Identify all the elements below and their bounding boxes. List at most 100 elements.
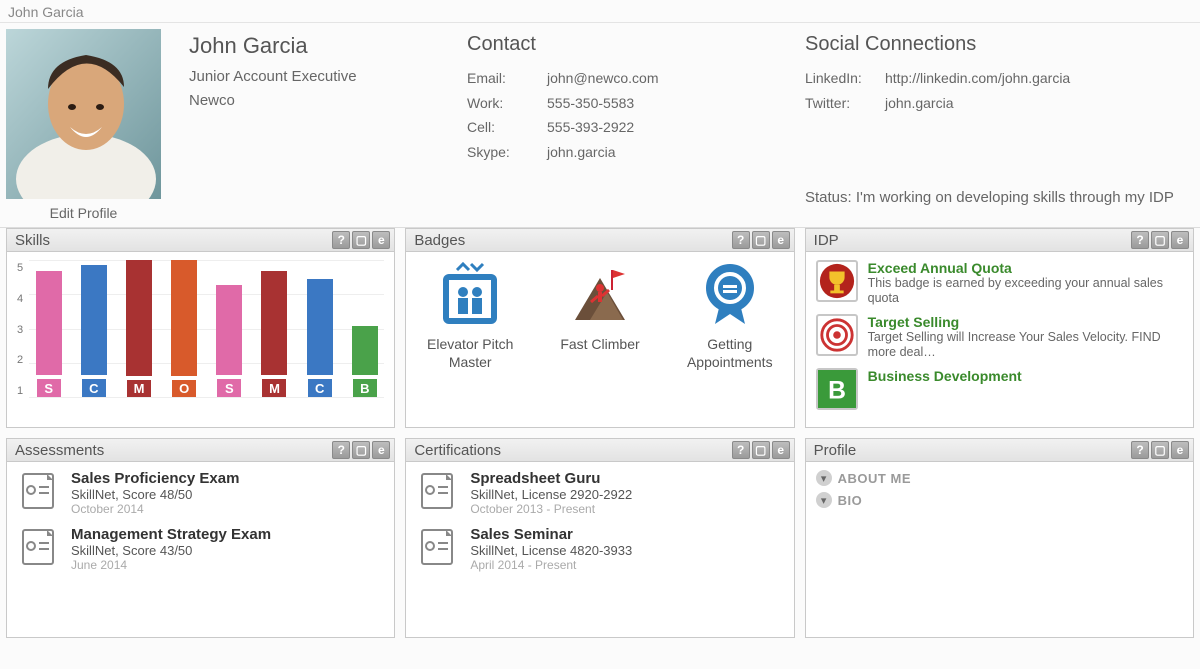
ytick: 3: [17, 324, 23, 336]
idp-item[interactable]: Exceed Annual QuotaThis badge is earned …: [816, 260, 1183, 306]
badge-item[interactable]: Fast Climber: [546, 260, 654, 354]
chevron-down-icon: ▾: [816, 470, 832, 486]
contact-value: 555-393-2922: [547, 115, 634, 140]
svg-text:B: B: [828, 378, 846, 405]
trophy-icon: [816, 260, 858, 302]
bar-col: O: [165, 260, 204, 397]
certs-expand-icon[interactable]: e: [772, 441, 790, 459]
assessment-subtitle: SkillNet, Score 48/50: [71, 487, 239, 502]
assess-expand-icon[interactable]: e: [372, 441, 390, 459]
profile-expand-icon[interactable]: e: [1171, 441, 1189, 459]
assessment-subtitle: SkillNet, Score 43/50: [71, 543, 271, 558]
certification-subtitle: SkillNet, License 2920-2922: [470, 487, 632, 502]
skills-minimize-icon[interactable]: ▢: [352, 231, 370, 249]
panel-profile: Profile ?▢e ▾ABOUT ME ▾BIO: [805, 438, 1194, 638]
contact-label: Skype:: [467, 140, 547, 165]
person-name: John Garcia: [189, 33, 439, 59]
assessment-item[interactable]: Management Strategy ExamSkillNet, Score …: [17, 526, 384, 572]
ytick: 4: [17, 293, 23, 305]
social-row: Twitter:john.garcia: [805, 91, 1194, 116]
bar-col: S: [210, 260, 249, 397]
panel-assessments-title: Assessments: [15, 442, 104, 459]
ribbon-icon: [695, 260, 765, 330]
status-label: Status:: [805, 189, 852, 206]
profile-section-toggle[interactable]: ▾BIO: [816, 492, 1183, 508]
panel-skills: Skills ?▢e 54321 SCMOSMCB: [6, 228, 395, 428]
climber-icon: [565, 260, 635, 330]
social-label: Twitter:: [805, 91, 885, 116]
badges-minimize-icon[interactable]: ▢: [752, 231, 770, 249]
idp-title[interactable]: Business Development: [868, 368, 1022, 384]
bar-label: S: [217, 379, 241, 397]
badge-item[interactable]: Elevator Pitch Master: [416, 260, 524, 371]
idp-expand-icon[interactable]: e: [1171, 231, 1189, 249]
certs-help-icon[interactable]: ?: [732, 441, 750, 459]
panel-badges: Badges ?▢e Elevator Pitch Master Fast Cli…: [405, 228, 794, 428]
badges-help-icon[interactable]: ?: [732, 231, 750, 249]
person-company: Newco: [189, 89, 439, 113]
assess-minimize-icon[interactable]: ▢: [352, 441, 370, 459]
idp-title[interactable]: Exceed Annual Quota: [868, 260, 1183, 276]
panel-certifications-title: Certifications: [414, 442, 501, 459]
assess-help-icon[interactable]: ?: [332, 441, 350, 459]
bar-col: S: [29, 260, 68, 397]
idp-desc: This badge is earned by exceeding your a…: [868, 276, 1183, 306]
badge-label: Getting Appointments: [676, 336, 784, 371]
certification-title: Spreadsheet Guru: [470, 470, 632, 487]
idp-item[interactable]: B Business Development: [816, 368, 1183, 410]
chevron-down-icon: ▾: [816, 492, 832, 508]
bar-label: B: [353, 379, 377, 397]
status-row: Status: I'm working on developing skills…: [805, 183, 1194, 216]
profile-section-toggle[interactable]: ▾ABOUT ME: [816, 470, 1183, 486]
skills-chart: 54321 SCMOSMCB: [17, 260, 384, 419]
bar-col: C: [300, 260, 339, 397]
bar: [352, 326, 378, 375]
ytick: 2: [17, 354, 23, 366]
bar-label: M: [262, 379, 286, 397]
badge-item[interactable]: Getting Appointments: [676, 260, 784, 371]
certification-title: Sales Seminar: [470, 526, 632, 543]
assessment-date: June 2014: [71, 558, 271, 572]
bar: [171, 260, 197, 376]
ytick: 5: [17, 262, 23, 274]
contact-label: Cell:: [467, 115, 547, 140]
certs-minimize-icon[interactable]: ▢: [752, 441, 770, 459]
social-block: Social Connections LinkedIn:http://linke…: [805, 29, 1194, 221]
idp-title[interactable]: Target Selling: [868, 314, 1183, 330]
profile-help-icon[interactable]: ?: [1131, 441, 1149, 459]
certification-date: April 2014 - Present: [470, 558, 632, 572]
badge-label: Fast Climber: [546, 336, 654, 354]
ytick: 1: [17, 385, 23, 397]
certificate-icon: [416, 470, 460, 510]
assessment-item[interactable]: Sales Proficiency ExamSkillNet, Score 48…: [17, 470, 384, 516]
assessment-title: Sales Proficiency Exam: [71, 470, 239, 487]
panel-badges-title: Badges: [414, 232, 465, 249]
panel-assessments: Assessments ?▢e Sales Proficiency ExamSk…: [6, 438, 395, 638]
idp-minimize-icon[interactable]: ▢: [1151, 231, 1169, 249]
certification-date: October 2013 - Present: [470, 502, 632, 516]
bar-label: M: [127, 380, 151, 397]
profile-minimize-icon[interactable]: ▢: [1151, 441, 1169, 459]
idp-help-icon[interactable]: ?: [1131, 231, 1149, 249]
social-value: http://linkedin.com/john.garcia: [885, 66, 1070, 91]
panel-profile-title: Profile: [814, 442, 857, 459]
letter-b-icon: B: [816, 368, 858, 410]
bar-label: S: [37, 379, 61, 397]
contact-value: 555-350-5583: [547, 91, 634, 116]
certification-item[interactable]: Sales SeminarSkillNet, License 4820-3933…: [416, 526, 783, 572]
idp-item[interactable]: Target SellingTarget Selling will Increa…: [816, 314, 1183, 360]
panel-certifications: Certifications ?▢e Spreadsheet GuruSkill…: [405, 438, 794, 638]
social-heading: Social Connections: [805, 33, 1194, 56]
contact-value: john.garcia: [547, 140, 616, 165]
edit-profile-link[interactable]: Edit Profile: [6, 205, 161, 221]
bar-col: B: [345, 260, 384, 397]
certificate-icon: [17, 526, 61, 566]
bar: [36, 271, 62, 375]
badges-expand-icon[interactable]: e: [772, 231, 790, 249]
certification-item[interactable]: Spreadsheet GuruSkillNet, License 2920-2…: [416, 470, 783, 516]
skills-help-icon[interactable]: ?: [332, 231, 350, 249]
contact-row: Skype:john.garcia: [467, 140, 777, 165]
contact-row: Email:john@newco.com: [467, 66, 777, 91]
contact-block: Contact Email:john@newco.comWork:555-350…: [467, 29, 777, 221]
skills-expand-icon[interactable]: e: [372, 231, 390, 249]
